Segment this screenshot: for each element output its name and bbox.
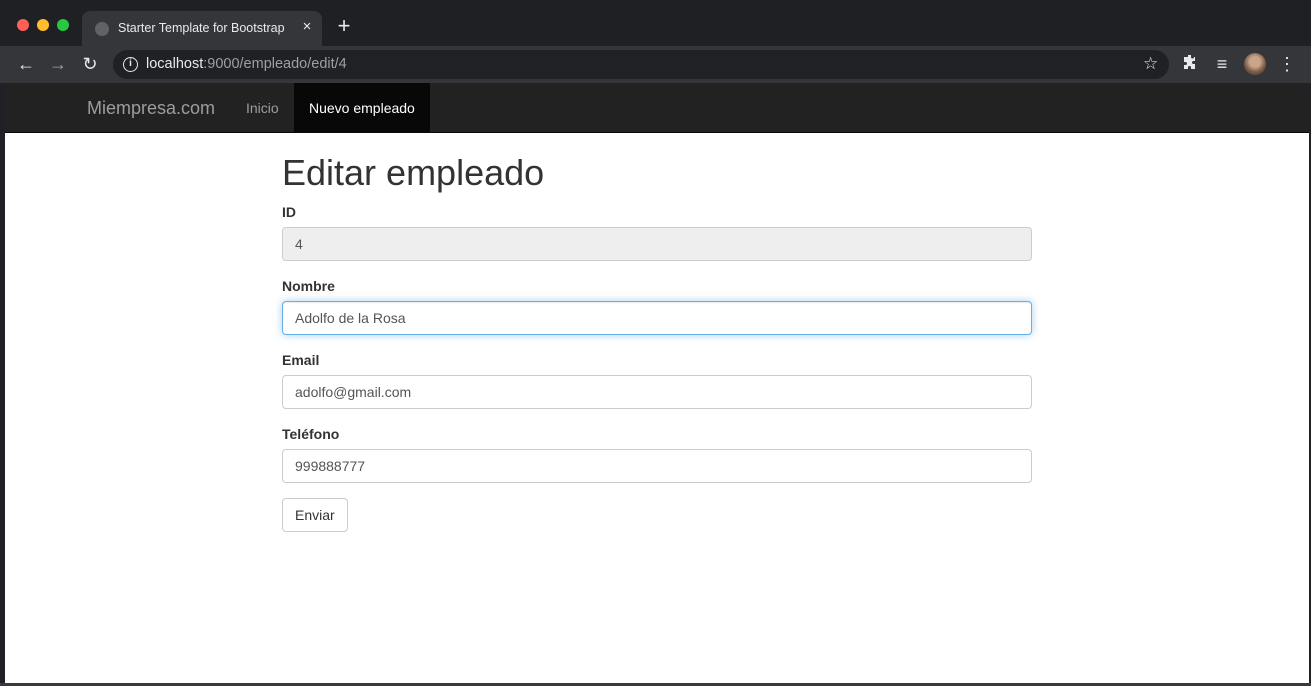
submit-button[interactable]: Enviar xyxy=(282,498,348,532)
browser-tab[interactable]: Starter Template for Bootstrap × xyxy=(82,11,322,46)
email-field[interactable] xyxy=(282,375,1032,409)
nav-link-inicio[interactable]: Inicio xyxy=(231,83,294,133)
page-title: Editar empleado xyxy=(282,152,545,193)
email-label: Email xyxy=(282,352,320,368)
nav-link-nuevo-empleado[interactable]: Nuevo empleado xyxy=(294,83,430,133)
info-icon[interactable]: i xyxy=(123,57,138,72)
extensions-puzzle-icon[interactable] xyxy=(1180,54,1200,74)
minimize-window-button[interactable] xyxy=(37,19,49,31)
forward-arrow-icon[interactable]: → xyxy=(48,54,68,74)
media-queue-icon[interactable]: ≡ xyxy=(1212,54,1232,74)
tab-strip: Starter Template for Bootstrap × + xyxy=(0,0,1311,46)
close-tab-icon[interactable]: × xyxy=(298,18,316,36)
bookmark-star-icon[interactable]: ☆ xyxy=(1143,54,1158,74)
browser-window: Starter Template for Bootstrap × + ← → ↻… xyxy=(0,0,1311,686)
form-group-telefono: Teléfono xyxy=(282,424,1032,483)
navbar-brand[interactable]: Miempresa.com xyxy=(87,98,215,119)
profile-avatar[interactable] xyxy=(1244,53,1266,75)
url-path: :9000/empleado/edit/4 xyxy=(203,56,347,72)
id-label: ID xyxy=(282,204,296,220)
address-bar[interactable]: i localhost:9000/empleado/edit/4 ☆ xyxy=(113,50,1169,79)
form-group-email: Email xyxy=(282,350,1032,409)
menu-dots-icon[interactable]: ⋮ xyxy=(1277,54,1297,74)
url-host: localhost xyxy=(146,56,204,72)
browser-toolbar: ← → ↻ i localhost:9000/empleado/edit/4 ☆… xyxy=(0,46,1311,83)
form-group-nombre: Nombre xyxy=(282,276,1032,335)
url-text[interactable]: localhost:9000/empleado/edit/4 xyxy=(146,56,347,72)
telefono-field[interactable] xyxy=(282,449,1032,483)
globe-icon xyxy=(95,22,109,36)
main-container: Editar empleado ID Nombre Email Teléfono xyxy=(282,133,1032,532)
telefono-label: Teléfono xyxy=(282,426,340,442)
nombre-field[interactable] xyxy=(282,301,1032,335)
nombre-label: Nombre xyxy=(282,278,335,294)
form-group-id: ID xyxy=(282,202,1032,261)
page-viewport: Miempresa.com Inicio Nuevo empleado Edit… xyxy=(5,83,1309,683)
new-tab-icon[interactable]: + xyxy=(334,15,354,37)
close-window-button[interactable] xyxy=(17,19,29,31)
id-field xyxy=(282,227,1032,261)
navbar: Miempresa.com Inicio Nuevo empleado xyxy=(5,83,1309,133)
reload-icon[interactable]: ↻ xyxy=(80,54,100,74)
back-arrow-icon[interactable]: ← xyxy=(16,54,36,74)
tab-title: Starter Template for Bootstrap xyxy=(118,21,285,35)
maximize-window-button[interactable] xyxy=(57,19,69,31)
employee-edit-form: ID Nombre Email Teléfono Enviar xyxy=(282,202,1032,532)
